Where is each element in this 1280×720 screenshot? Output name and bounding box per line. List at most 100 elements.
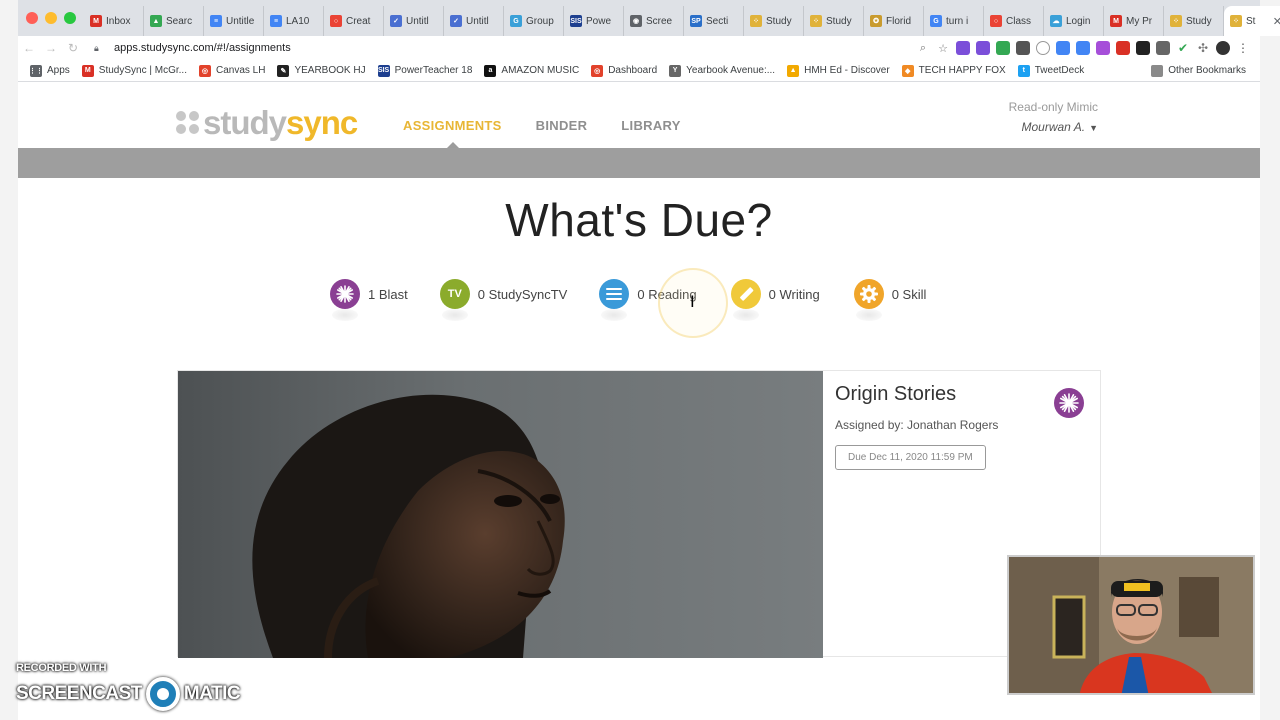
nav-assignments[interactable]: ASSIGNMENTS [403, 118, 502, 133]
extensions-puzzle-icon[interactable]: ✣ [1196, 41, 1210, 55]
tab-favicon-icon: ○ [330, 15, 342, 27]
extension-check-icon[interactable]: ✔ [1176, 41, 1190, 55]
browser-tab[interactable]: G Group [504, 6, 564, 36]
user-menu[interactable]: Mourwan A. ▼ [1009, 120, 1098, 134]
bookmark-item[interactable]: ⋮⋮ Apps [29, 64, 70, 77]
text-cursor-icon: I [690, 292, 695, 311]
other-bookmarks[interactable]: Other Bookmarks [1151, 64, 1246, 77]
bookmark-label: YEARBOOK HJ [294, 65, 366, 76]
browser-tab[interactable]: ✪ Florid [864, 6, 924, 36]
bookmark-favicon-icon: t [1017, 64, 1030, 77]
studysync-logo[interactable]: studysync [176, 106, 358, 139]
reload-button[interactable]: ↻ [62, 38, 84, 58]
maximize-window-button[interactable] [64, 12, 76, 24]
browser-tab[interactable]: ⁘ Study [744, 6, 804, 36]
filter-blast[interactable]: 1 Blast [330, 278, 408, 321]
browser-tab[interactable]: SP Secti [684, 6, 744, 36]
tab-title: LA10 [286, 15, 310, 27]
extension-pdf-icon[interactable] [976, 41, 990, 55]
bookmark-item[interactable]: Y Yearbook Avenue:... [669, 64, 775, 77]
browser-tab[interactable]: M Inbox [84, 6, 144, 36]
browser-tab[interactable]: ⁘ St ✕ [1224, 6, 1280, 36]
back-button[interactable]: ← [18, 38, 40, 58]
tab-title: Inbox [106, 15, 131, 27]
bookmark-item[interactable]: a AMAZON MUSIC [484, 64, 580, 77]
extension-blue-icon[interactable] [1056, 41, 1070, 55]
bookmark-item[interactable]: ▲ HMH Ed - Discover [787, 64, 890, 77]
bookmark-favicon-icon: ◆ [901, 64, 914, 77]
tab-title: Florid [886, 15, 912, 27]
filter-skill[interactable]: 0 Skill [853, 278, 926, 321]
browser-toolbar: ← → ↻ 🔒︎ apps.studysync.com/#!/assignmen… [18, 36, 1260, 60]
zoom-icon[interactable]: ⌕ [916, 41, 930, 55]
minimize-window-button[interactable] [45, 12, 57, 24]
main-nav: ASSIGNMENTS BINDER LIBRARY [403, 118, 681, 133]
filter-blast-label: 1 Blast [368, 286, 408, 302]
tab-title: Group [526, 15, 554, 27]
blast-icon [330, 279, 360, 321]
tab-title: turn i [946, 15, 969, 27]
tab-favicon-icon: M [90, 15, 102, 27]
tab-favicon-icon: ≡ [270, 15, 282, 27]
nav-library[interactable]: LIBRARY [621, 118, 680, 133]
assignment-image [178, 371, 823, 658]
filter-writing[interactable]: 0 Writing [730, 278, 820, 321]
close-tab-icon[interactable]: ✕ [1273, 15, 1280, 28]
screencast-watermark: RECORDED WITH SCREENCAST MATIC [16, 662, 241, 711]
url-text: apps.studysync.com/#!/assignments [114, 42, 291, 54]
browser-tab[interactable]: ◉ Scree [624, 6, 684, 36]
browser-tab[interactable]: Gturn i [924, 6, 984, 36]
browser-tab[interactable]: ✓ Untitl [444, 6, 504, 36]
browser-tab[interactable]: ○ Class [984, 6, 1044, 36]
browser-tab[interactable]: ▲ Searc [144, 6, 204, 36]
tab-favicon-icon: ▲ [150, 15, 162, 27]
bookmark-favicon-icon: ✎ [277, 64, 290, 77]
assigned-by: Assigned by: Jonathan Rogers [835, 418, 999, 432]
watermark-right: MATIC [183, 683, 241, 704]
extension-screen-icon[interactable] [1016, 41, 1030, 55]
extension-grid-icon[interactable] [1156, 41, 1170, 55]
assignment-card[interactable]: Origin Stories Assigned by: Jonathan Rog… [177, 370, 1101, 658]
extension-flipboard-icon[interactable] [1116, 41, 1130, 55]
tab-favicon-icon: SIS [570, 15, 582, 27]
extension-purple-icon[interactable] [956, 41, 970, 55]
nav-binder[interactable]: BINDER [536, 118, 588, 133]
profile-avatar-icon[interactable] [1216, 41, 1230, 55]
tab-favicon-icon: ⁘ [810, 15, 822, 27]
extension-violet-icon[interactable] [1096, 41, 1110, 55]
bookmark-label: StudySync | McGr... [98, 65, 187, 76]
browser-tab[interactable]: ≡ Untitle [204, 6, 264, 36]
folder-icon [1151, 64, 1164, 77]
bookmark-item[interactable]: ◎ Canvas LH [198, 64, 265, 77]
tab-title: Login [1066, 15, 1091, 27]
extension-multi-icon[interactable] [1076, 41, 1090, 55]
bookmark-item[interactable]: M StudySync | McGr... [81, 64, 187, 77]
user-area: Read-only Mimic Mourwan A. ▼ [1009, 100, 1098, 134]
browser-menu-icon[interactable]: ⋮ [1236, 41, 1250, 55]
bookmark-item[interactable]: t TweetDeck [1017, 64, 1084, 77]
browser-tab[interactable]: ⁘ Study [804, 6, 864, 36]
browser-tab[interactable]: ≡ LA10 [264, 6, 324, 36]
browser-tab[interactable]: ✓ Untitl [384, 6, 444, 36]
extension-green-icon[interactable] [996, 41, 1010, 55]
browser-tab[interactable]: SIS Powe [564, 6, 624, 36]
browser-tab[interactable]: M My Pr [1104, 6, 1164, 36]
bookmark-item[interactable]: ◎ Dashboard [591, 64, 657, 77]
browser-tab[interactable]: ⁘ Study [1164, 6, 1224, 36]
bookmark-item[interactable]: ✎ YEARBOOK HJ [277, 64, 366, 77]
extension-circle-icon[interactable] [1036, 41, 1050, 55]
bookmark-star-icon[interactable]: ☆ [936, 41, 950, 55]
browser-tab[interactable]: ○ Creat [324, 6, 384, 36]
bookmark-item[interactable]: ◆ TECH HAPPY FOX [901, 64, 1006, 77]
address-bar[interactable]: 🔒︎ apps.studysync.com/#!/assignments [90, 37, 916, 59]
bookmark-item[interactable]: SIS PowerTeacher 18 [377, 64, 472, 77]
forward-button[interactable]: → [40, 38, 62, 58]
close-window-button[interactable] [26, 12, 38, 24]
tab-title: Class [1006, 15, 1032, 27]
extension-shield-icon[interactable] [1136, 41, 1150, 55]
bookmark-label: AMAZON MUSIC [501, 65, 580, 76]
browser-tab[interactable]: ☁ Login [1044, 6, 1104, 36]
filter-studysynctv[interactable]: TV 0 StudySyncTV [439, 278, 567, 321]
bookmark-favicon-icon: a [484, 64, 497, 77]
bookmark-favicon-icon: SIS [377, 64, 390, 77]
